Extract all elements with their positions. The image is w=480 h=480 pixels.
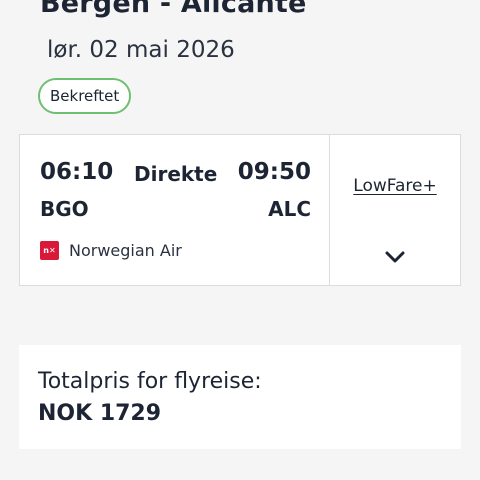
route-title: Bergen - Alicante xyxy=(40,0,307,19)
airline-name: Norwegian Air xyxy=(69,241,182,260)
flight-card: 06:10 Direkte 09:50 BGO ALC n✕ Norwegian… xyxy=(19,134,461,286)
total-price-label: Totalpris for flyreise: xyxy=(38,369,262,394)
fare-column: LowFare+ xyxy=(330,135,460,285)
fare-type-link[interactable]: LowFare+ xyxy=(330,176,460,196)
departure-time: 06:10 xyxy=(40,159,114,185)
total-price-card: Totalpris for flyreise: NOK 1729 xyxy=(19,345,461,449)
stops-label: Direkte xyxy=(134,162,218,186)
airline-row: n✕ Norwegian Air xyxy=(40,241,182,260)
flight-details: 06:10 Direkte 09:50 BGO ALC n✕ Norwegian… xyxy=(20,135,330,285)
status-badge: Bekreftet xyxy=(38,78,132,114)
chevron-down-icon xyxy=(385,251,405,263)
total-price-amount: NOK 1729 xyxy=(38,401,162,426)
booking-page: Bergen - Alicante lør. 02 mai 2026 Bekre… xyxy=(0,0,480,480)
arrival-airport-code: ALC xyxy=(268,197,311,221)
trip-date: lør. 02 mai 2026 xyxy=(47,37,235,63)
departure-airport-code: BGO xyxy=(40,197,89,221)
norwegian-logo-icon: n✕ xyxy=(40,241,59,260)
expand-flight-button[interactable] xyxy=(381,243,409,271)
arrival-time: 09:50 xyxy=(237,159,311,185)
